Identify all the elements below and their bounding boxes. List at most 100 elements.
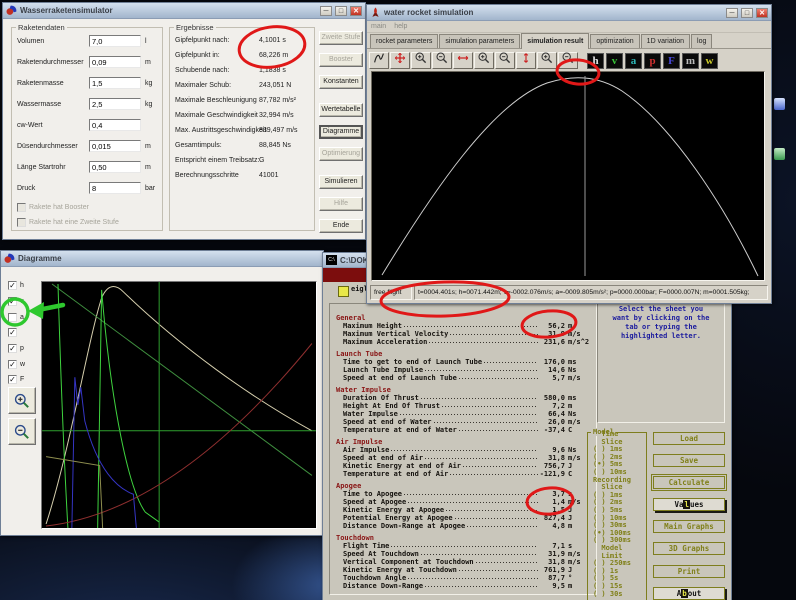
close-button[interactable]: ✕ [350, 6, 362, 16]
series-m-button[interactable]: m [682, 53, 699, 69]
value-number: 31,9 [539, 550, 565, 558]
zoom-in-button[interactable] [537, 52, 557, 69]
option-row[interactable]: ( ) 30s [593, 591, 623, 599]
flight-path-button[interactable] [369, 52, 389, 69]
value-row: Kinetic Energy at end of Air756,7J [336, 462, 592, 470]
diagramme-titlebar[interactable]: Diagramme [1, 251, 323, 267]
simulation-titlebar[interactable]: water rocket simulation ─ □ ✕ [367, 5, 771, 21]
ende-button[interactable]: Ende [319, 219, 363, 233]
result-value: 243,051 N [259, 82, 291, 89]
dot-leader [475, 558, 538, 566]
konstanten-button[interactable]: Konstanten [319, 75, 363, 89]
zoom-in-button[interactable] [411, 52, 431, 69]
checkbox[interactable] [17, 203, 26, 212]
status-mode: free flight [370, 285, 412, 300]
dot-leader [458, 426, 538, 434]
zoom-out-button[interactable] [8, 418, 36, 445]
result-plot[interactable] [371, 71, 765, 281]
zoom-vertical-button[interactable] [516, 52, 536, 69]
pan-button[interactable] [390, 52, 410, 69]
app-logo-icon [6, 5, 17, 16]
values-button[interactable]: Values [653, 498, 725, 511]
load-button[interactable]: Load [653, 432, 725, 445]
value-unit: m/s [565, 330, 592, 338]
field-input-raketenmasse[interactable]: 1,5 [89, 77, 141, 89]
diagramme-button[interactable]: Diagramme [319, 125, 363, 139]
zoom-in-button[interactable] [8, 387, 36, 414]
value-unit: Ns [565, 410, 592, 418]
checkbox-p[interactable]: ✓ [8, 344, 17, 353]
print-button[interactable]: Print [653, 565, 725, 578]
series-w-button[interactable]: w [701, 53, 718, 69]
simulieren-button[interactable]: Simulieren [319, 175, 363, 189]
minimize-button[interactable]: ─ [320, 6, 332, 16]
menu-help[interactable]: help [394, 23, 407, 30]
checkbox-F[interactable]: ✓ [8, 375, 17, 384]
checkbox-w[interactable]: ✓ [8, 360, 17, 369]
field-input-raketendurchmesser[interactable]: 0,09 [89, 56, 141, 68]
checkbox-label: Rakete hat eine Zweite Stufe [29, 219, 119, 226]
wertetabelle-button[interactable]: Wertetabelle [319, 103, 363, 117]
wasserraketensimulator-titlebar[interactable]: Wasserraketensimulator ─ □ ✕ [3, 3, 365, 19]
series-h-button[interactable]: h [587, 53, 604, 69]
tab-rocket-parameters[interactable]: rocket parameters [370, 34, 438, 48]
3d-graphs-button[interactable]: 3D Graphs [653, 542, 725, 555]
value-number: 26,0 [539, 418, 565, 426]
close-button[interactable]: ✕ [756, 8, 768, 18]
desktop-icon[interactable] [774, 98, 785, 110]
value-label: Touchdown Angle [343, 574, 406, 582]
zoom-out-button[interactable] [495, 52, 515, 69]
checkbox-hidden[interactable]: ✓ [8, 328, 17, 337]
series-a-button[interactable]: a [625, 53, 642, 69]
save-button[interactable]: Save [653, 454, 725, 467]
result-value: 88,845 Ns [259, 142, 291, 149]
tab-simulation-result[interactable]: simulation result [521, 33, 589, 49]
main-graphs-button[interactable]: Main Graphs [653, 520, 725, 533]
value-number: 56,2 [539, 322, 565, 330]
field-input-volumen[interactable]: 7,0 [89, 35, 141, 47]
field-input-druck[interactable]: 8 [89, 182, 141, 194]
field-input-cw-wert[interactable]: 0,4 [89, 119, 141, 131]
section-header: General [336, 314, 592, 322]
maximize-button[interactable]: □ [741, 8, 753, 18]
tab-simulation-parameters[interactable]: simulation parameters [439, 34, 520, 48]
result-label: Gipfelpunkt nach: [175, 37, 229, 44]
checkbox-v[interactable]: ✓ [8, 297, 17, 306]
series-v-button[interactable]: v [606, 53, 623, 69]
zoom-in-button[interactable] [474, 52, 494, 69]
field-input-d-sendurchmesser[interactable]: 0,015 [89, 140, 141, 152]
field-input-wassermasse[interactable]: 2,5 [89, 98, 141, 110]
zoom-horizontal-button[interactable] [453, 52, 473, 69]
tab-optimization[interactable]: optimization [590, 34, 639, 48]
value-label: Vertical Component at Touchdown [343, 558, 474, 566]
zoom-out-button[interactable] [432, 52, 452, 69]
about-button[interactable]: About [653, 587, 725, 600]
menu-main[interactable]: main [371, 23, 386, 30]
tab-log[interactable]: log [691, 34, 712, 48]
field-label: cw-Wert [17, 119, 43, 129]
field-row: Volumen [17, 35, 44, 48]
series-p-button[interactable]: p [644, 53, 661, 69]
checkbox-h[interactable]: ✓ [8, 281, 17, 290]
field-unit: bar [145, 182, 155, 192]
field-input-l-nge-startrohr[interactable]: 0,50 [89, 161, 141, 173]
value-row: Potential Energy at Apogee827,4J [336, 514, 592, 522]
checkbox[interactable] [17, 218, 26, 227]
maximize-button[interactable]: □ [335, 6, 347, 16]
diagramme-chart[interactable] [41, 281, 317, 529]
result-label: Schubende nach: [175, 67, 230, 74]
wasserraketensimulator-window: Wasserraketensimulator ─ □ ✕ Raketendate… [2, 2, 366, 240]
value-label: Kinetic Energy at Apogee [343, 506, 444, 514]
desktop-icon[interactable] [774, 148, 785, 160]
calculate-button[interactable]: Calculate [653, 476, 725, 489]
checkbox-a[interactable] [8, 313, 17, 322]
section-header: Air Impulse [336, 438, 592, 446]
window-title: Diagramme [18, 254, 320, 263]
field-row: Düsendurchmesser [17, 140, 78, 153]
value-number: 580,0 [539, 394, 565, 402]
series-F-button[interactable]: F [663, 53, 680, 69]
minimize-button[interactable]: ─ [726, 8, 738, 18]
tab-1d-variation[interactable]: 1D variation [641, 34, 690, 48]
zoom-out-button[interactable] [558, 52, 578, 69]
value-unit: m [565, 322, 592, 330]
